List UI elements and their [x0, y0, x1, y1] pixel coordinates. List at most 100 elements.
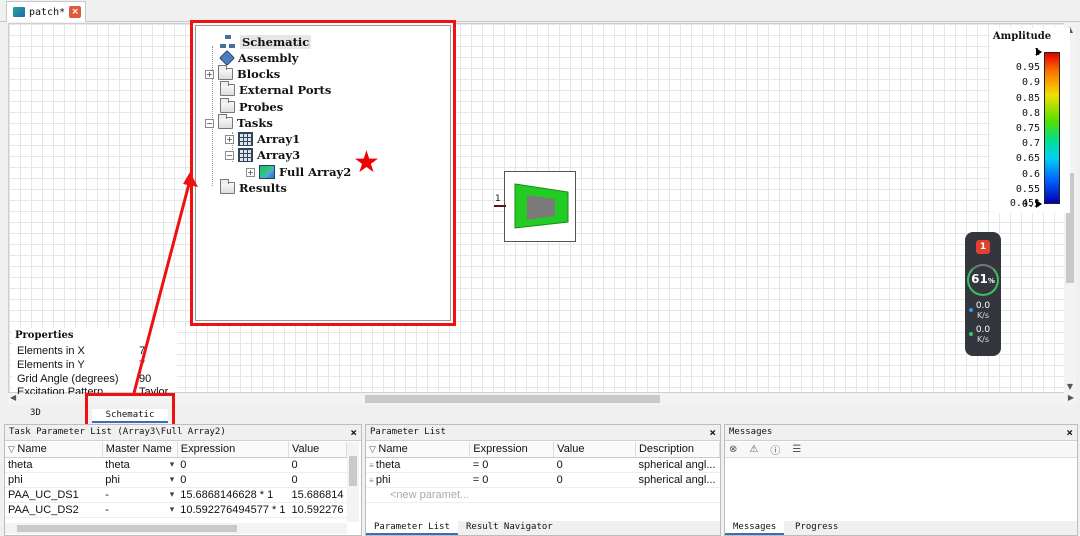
scroll-right-arrow-icon[interactable]: ▶ — [1068, 393, 1074, 402]
star-marker-icon: ★ — [353, 145, 380, 180]
assembly-icon — [219, 50, 235, 66]
table-row[interactable]: phi phi ▾ 0 0 — [5, 472, 347, 488]
document-tab-bar: patch* × — [0, 0, 1080, 22]
property-row: Elements in Y 7 — [17, 359, 177, 373]
upload-rate-unit: K/s — [976, 311, 990, 320]
tree-item-external-ports[interactable]: External Ports — [220, 81, 331, 98]
patch-antenna-icon — [514, 183, 569, 229]
new-parameter-row[interactable]: <new paramet... — [366, 487, 720, 503]
tree-item-full-array2[interactable]: + Full Array2 — [246, 164, 351, 180]
legend-pointer-icons — [1036, 48, 1042, 208]
tree-item-label: Blocks — [237, 67, 281, 81]
tree-item-probes[interactable]: Probes — [220, 98, 283, 115]
property-name: Elements in Y — [17, 359, 85, 371]
close-panel-icon[interactable]: × — [709, 425, 716, 440]
expand-icon[interactable]: + — [225, 134, 234, 144]
tree-item-label: Tasks — [237, 116, 273, 130]
table-row[interactable]: ≡ phi = 0 0 spherical angl... — [366, 472, 720, 488]
collapse-icon[interactable]: − — [225, 150, 234, 160]
download-rate: 0.0 K/s — [965, 325, 1001, 345]
tab-result-navigator[interactable]: Result Navigator — [458, 521, 561, 535]
task-parameter-title: Task Parameter List (Array3\Full Array2)… — [5, 425, 361, 441]
close-tab-icon[interactable]: × — [69, 6, 82, 18]
tab-progress[interactable]: Progress — [787, 521, 846, 535]
filter-icon[interactable]: ▽ — [8, 444, 17, 454]
table-row[interactable]: theta theta ▾ 0 0 — [5, 457, 347, 473]
property-value: 90 — [139, 373, 152, 385]
array-grid-icon — [238, 148, 253, 162]
warning-filter-icon[interactable]: ⚠ — [749, 444, 758, 455]
tree-item-results[interactable]: Results — [220, 179, 287, 196]
tree-item-label: Full Array2 — [279, 165, 352, 179]
scroll-down-arrow-icon[interactable]: ▼ — [1064, 382, 1076, 391]
scroll-left-arrow-icon[interactable]: ◀ — [10, 393, 16, 402]
tree-item-assembly[interactable]: Assembly — [219, 50, 299, 66]
folder-icon — [220, 179, 235, 194]
expand-icon[interactable]: + — [246, 167, 255, 177]
collapse-icon[interactable]: − — [205, 118, 214, 128]
download-rate-unit: K/s — [976, 335, 990, 344]
tab-3d[interactable]: 3D — [30, 408, 41, 418]
panel-title-text: Parameter List — [370, 427, 446, 437]
tab-parameter-list[interactable]: Parameter List — [366, 521, 458, 535]
task-table-hscrollbar[interactable] — [5, 523, 347, 534]
tree-item-array3[interactable]: − Array3 — [225, 147, 300, 163]
array-grid-icon — [238, 132, 253, 146]
tree-item-array1[interactable]: + Array1 — [225, 131, 300, 147]
tree-item-schematic[interactable]: Schematic — [220, 34, 312, 50]
column-header[interactable]: Expression — [469, 442, 555, 458]
table-row[interactable]: ≡ theta = 0 0 spherical angl... — [366, 457, 720, 473]
tab-schematic[interactable]: Schematic — [92, 409, 168, 423]
schematic-icon — [220, 35, 236, 49]
cpu-percent-unit: % — [987, 277, 995, 285]
tree-item-blocks[interactable]: + Blocks — [205, 65, 281, 82]
close-panel-icon[interactable]: × — [350, 425, 357, 440]
horizontal-scroll-thumb[interactable] — [365, 395, 660, 403]
download-rate-value: 0.0 — [975, 325, 991, 335]
parameter-icon: ≡ — [369, 460, 376, 470]
property-row: Grid Angle (degrees) 90 — [17, 373, 177, 387]
shield-icon: 1 — [976, 240, 990, 254]
messages-panel-tabs: Messages Progress — [725, 521, 1077, 535]
tree-item-label: Assembly — [238, 51, 299, 65]
tab-messages[interactable]: Messages — [725, 521, 785, 535]
column-header[interactable]: ▽ Name — [5, 442, 103, 458]
messages-toolbar: ⊗ ⚠ ⓘ ☰ — [725, 442, 1077, 458]
column-header[interactable]: Expression — [177, 442, 289, 458]
filter-icon[interactable]: ▽ — [369, 444, 378, 454]
array-component-block[interactable]: 1 — [494, 171, 576, 242]
tree-item-tasks[interactable]: − Tasks — [205, 114, 273, 131]
parameter-table: ▽ Name Expression Value Description ≡ th… — [366, 442, 721, 503]
tree-item-label: Array1 — [257, 132, 301, 146]
document-tab[interactable]: patch* × — [6, 1, 86, 22]
panel-title-text: Messages — [729, 427, 773, 437]
tree-item-label: Results — [239, 181, 287, 195]
table-row[interactable]: PAA_UC_DS2- ▾ 10.592276494577 * 1 10.592276 — [5, 502, 347, 518]
cpu-usage-percent: 61% — [965, 272, 1001, 286]
parameter-list-panel: Parameter List × ▽ Name Expression Value … — [365, 424, 721, 536]
upload-rate-value: 0.0 — [975, 301, 991, 311]
folder-icon — [218, 65, 233, 80]
info-filter-icon[interactable]: ⓘ — [770, 442, 780, 457]
column-header[interactable]: Description — [635, 442, 721, 458]
close-panel-icon[interactable]: × — [1066, 425, 1073, 440]
property-value: 7 — [139, 359, 146, 371]
navigation-tree-highlight: Schematic Assembly + Blocks External Por… — [190, 20, 456, 326]
table-header-row: ▽ Name Master Name Expression Value — [5, 442, 348, 458]
expand-icon[interactable]: + — [205, 69, 214, 79]
error-filter-icon[interactable]: ⊗ — [729, 444, 737, 455]
port-label: 1 — [495, 194, 501, 204]
table-row[interactable]: PAA_UC_DS1- ▾ 15.6868146628 * 1 15.686814 — [5, 487, 347, 503]
column-header[interactable]: Value — [288, 442, 348, 458]
column-header[interactable]: Value — [553, 442, 636, 458]
document-tab-label: patch* — [29, 6, 66, 18]
task-table-vscrollbar[interactable] — [347, 442, 359, 522]
tree-item-label: Schematic — [240, 35, 312, 49]
column-header[interactable]: Master Name — [102, 442, 178, 458]
table-header-row: ▽ Name Expression Value Description — [366, 442, 721, 458]
column-header[interactable]: ▽ Name — [366, 442, 471, 458]
clear-messages-icon[interactable]: ☰ — [792, 444, 801, 455]
panel-title-text: Task Parameter List (Array3\Full Array2) — [9, 427, 226, 437]
amplitude-legend: Amplitude 10.950.90.850.80.750.70.650.60… — [990, 28, 1070, 213]
system-monitor-widget[interactable]: 1 61% 0.0 K/s 0.0 K/s — [965, 232, 1001, 356]
